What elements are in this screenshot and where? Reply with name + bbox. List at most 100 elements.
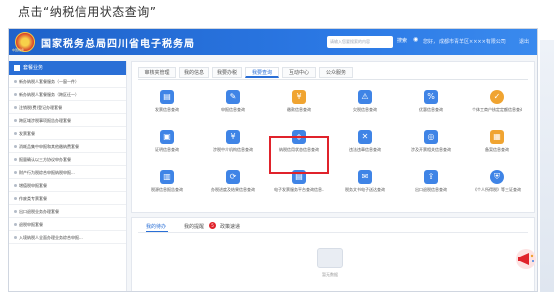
query-tile[interactable]: ⛨ 《个人所得税》等三证查询 xyxy=(472,166,522,198)
arrears-icon: ⚠ xyxy=(358,90,372,104)
filing-icon: ▦ xyxy=(490,130,504,144)
highlight-box xyxy=(269,136,329,174)
main-tab[interactable]: 我的信息 xyxy=(179,67,209,78)
query-tile[interactable]: ◎ 涉及开票相关信息查询 xyxy=(406,126,456,158)
sidebar-item-label: 新办纳税人套餐服务（跨区迁一） xyxy=(19,92,79,97)
query-tile-label: 办税进度及结果信息查询 xyxy=(211,187,255,192)
search-button[interactable]: 搜索 xyxy=(397,37,407,44)
bullet-icon xyxy=(14,223,17,226)
query-tile-label: 《个人所得税》等三证查询 xyxy=(473,187,521,192)
main-tab[interactable]: 审核夹管理 xyxy=(138,67,176,78)
query-tile[interactable]: ⟳ 办税进度及结果信息查询 xyxy=(208,166,258,198)
main-panel: 审核夹管理 我的信息 我要办税 我要查询 互动中心 公众服务 ▤ 发票信息查询 ✎ 申报信息查询… xyxy=(131,61,535,213)
main-tab[interactable]: 我要办税 xyxy=(212,67,242,78)
query-tile-label: 违法违章信息查询 xyxy=(349,147,381,152)
sidebar-title: 套餐业务 xyxy=(9,61,126,75)
query-tile[interactable]: ⚠ 欠税信息查询 xyxy=(340,86,390,118)
query-tile[interactable]: ¥ 缴款信息查询 xyxy=(274,86,324,118)
search-input[interactable]: 请输入您要搜索的内容 xyxy=(327,36,393,48)
sidebar-item[interactable]: 报量确认以三方协议申办套餐 xyxy=(9,153,126,166)
sidebar-item[interactable]: 发票套餐 xyxy=(9,127,126,140)
main-tab[interactable]: 公众服务 xyxy=(319,67,353,78)
violation-icon: ✕ xyxy=(358,130,372,144)
main-tab[interactable]: 我要查询 xyxy=(245,67,279,78)
query-tile[interactable]: ✕ 违法违章信息查询 xyxy=(340,126,390,158)
sidebar-item[interactable]: 作废类专票套餐 xyxy=(9,192,126,205)
logout-link[interactable]: 退出 xyxy=(519,38,529,45)
query-tile-label: 个体工商户核定定额信息查询 xyxy=(472,107,522,112)
certificate-icon: ▣ xyxy=(160,130,174,144)
bullet-icon xyxy=(14,171,17,174)
empty-box-icon xyxy=(317,248,343,268)
bullet-icon xyxy=(14,119,17,122)
bullet-icon xyxy=(14,145,17,148)
tab-policy[interactable]: 政策速递 xyxy=(220,223,240,230)
query-tile[interactable]: ✉ 税务文书电子送达查询 xyxy=(340,166,390,198)
slide-decoration xyxy=(540,40,554,292)
query-tile[interactable]: ▥ 税源信息报告查询 xyxy=(142,166,192,198)
invoice-icon: ▤ xyxy=(160,90,174,104)
sidebar-item[interactable]: 增值税申报套餐 xyxy=(9,179,126,192)
export-icon: ⇪ xyxy=(424,170,438,184)
sidebar-item[interactable]: 新办纳税人套餐服务（跨区迁一） xyxy=(9,88,126,101)
todo-panel: 我的待办 我的提醒 5 政策速递 暂无数据 xyxy=(131,217,535,291)
query-tile-label: 涉及开票相关信息查询 xyxy=(411,147,451,152)
query-tile-label: 欠税信息查询 xyxy=(353,107,377,112)
header-user-icon[interactable]: ◉ xyxy=(413,36,418,43)
sidebar-item-label: 增值税申报套餐 xyxy=(19,183,47,188)
tab-my-reminders[interactable]: 我的提醒 xyxy=(184,223,204,230)
sidebar-item-label: 作废类专票套餐 xyxy=(19,196,47,201)
check-icon: ✓ xyxy=(490,90,504,104)
sidebar-item[interactable]: 跨区域涉税事项报告办理套餐 xyxy=(9,114,126,127)
query-tile[interactable]: % 优惠信息查询 xyxy=(406,86,456,118)
sidebar-item[interactable]: 新办纳税人套餐服务（一窗一件） xyxy=(9,75,126,88)
query-tile[interactable]: ▣ 证明信息查询 xyxy=(142,126,192,158)
bullet-icon xyxy=(14,106,17,109)
sidebar-item[interactable]: 退税申报套餐 xyxy=(9,218,126,231)
query-tile[interactable]: ✎ 申报信息查询 xyxy=(208,86,258,118)
megaphone-icon[interactable] xyxy=(515,247,537,271)
sidebar-item[interactable]: 财产行为税综合申报纳税申报... xyxy=(9,166,126,179)
main-tab[interactable]: 互动中心 xyxy=(282,67,316,78)
tax-source-icon: ▥ xyxy=(160,170,174,184)
sidebar-item-label: 注销税(费)登记办理套餐 xyxy=(19,105,63,110)
query-tile[interactable]: ▦ 备案信息查询 xyxy=(472,126,522,158)
instruction-text: 点击“纳税信用状态查询” xyxy=(18,5,157,19)
reminder-count-badge: 5 xyxy=(209,222,216,229)
query-tile[interactable]: ✓ 个体工商户核定定额信息查询 xyxy=(472,86,522,118)
sidebar-item-label: 出口退税业务办理套餐 xyxy=(19,209,59,214)
query-tile[interactable]: ▤ 发票信息查询 xyxy=(142,86,192,118)
query-tile-label: 优惠信息查询 xyxy=(419,107,443,112)
progress-icon: ⟳ xyxy=(226,170,240,184)
query-tile-label: 发票信息查询 xyxy=(155,107,179,112)
bullet-icon xyxy=(14,210,17,213)
sidebar-item[interactable]: 入境纳税人全面办理业务综合申报... xyxy=(9,231,126,244)
sidebar-item-label: 退税申报套餐 xyxy=(19,222,43,227)
sidebar-item[interactable]: 出口退税业务办理套餐 xyxy=(9,205,126,218)
greeting-text: 您好， xyxy=(423,39,439,45)
sidebar-item-label: 跨区域涉税事项报告办理套餐 xyxy=(19,118,71,123)
grid-icon xyxy=(14,65,20,71)
sidebar-item-label: 报量确认以三方协议申办套餐 xyxy=(19,157,71,162)
sidebar: 套餐业务 新办纳税人套餐服务（一窗一件） 新办纳税人套餐服务（跨区迁一） 注销税(费… xyxy=(9,61,127,291)
tab-my-todo[interactable]: 我的待办 xyxy=(146,223,166,230)
bullet-icon xyxy=(14,158,17,161)
query-tile-label: 税务文书电子送达查询 xyxy=(345,187,385,192)
query-tile[interactable]: ¥ 涉税中介机构信息查询 xyxy=(208,126,258,158)
bullet-icon xyxy=(14,93,17,96)
sidebar-item-label: 入境纳税人全面办理业务综合申报... xyxy=(19,235,83,240)
query-tile[interactable]: ⇪ 出口退税信息查询 xyxy=(406,166,456,198)
bullet-icon xyxy=(14,184,17,187)
company-name[interactable]: 成都市青羊区××××有限公司 xyxy=(439,38,506,45)
sidebar-item[interactable]: 注销税(费)登记办理套餐 xyxy=(9,101,126,114)
query-tile-label: 证明信息查询 xyxy=(155,147,179,152)
shield-icon: ⛨ xyxy=(490,170,504,184)
sidebar-item[interactable]: 消耗品集中申报和其他缴纳费套餐 xyxy=(9,140,126,153)
query-tile-label: 备案信息查询 xyxy=(485,147,509,152)
query-tile-label: 电子发票服务平台查询信息... xyxy=(274,187,324,192)
emblem-caption: 中国税务 xyxy=(12,48,25,52)
document-icon: ✉ xyxy=(358,170,372,184)
portal-header: 中国税务 国家税务总局四川省电子税务局 请输入您要搜索的内容 搜索 ◉ 您好， … xyxy=(9,29,537,55)
sidebar-item-label: 财产行为税综合申报纳税申报... xyxy=(19,170,75,175)
tab-divider xyxy=(138,79,528,80)
